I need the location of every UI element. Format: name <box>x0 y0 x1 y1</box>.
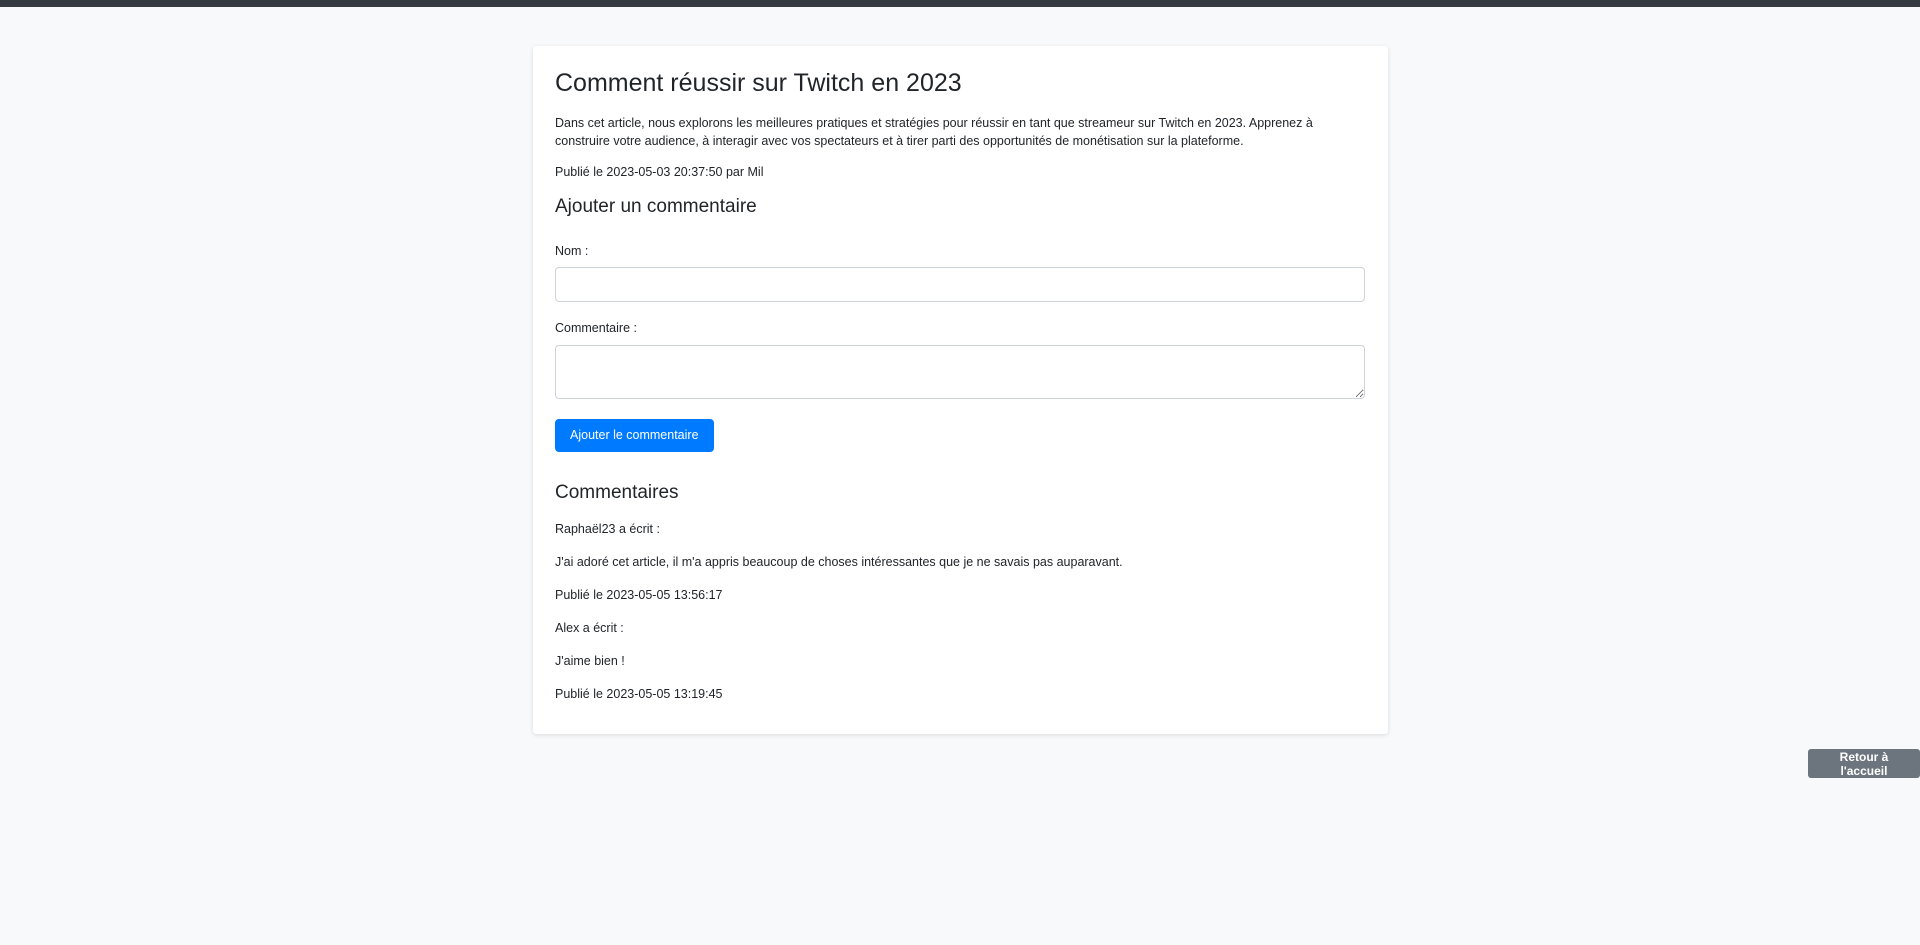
article-meta: Publié le 2023-05-03 20:37:50 par Mil <box>555 165 764 179</box>
comment-item: Raphaël23 a écrit : J'ai adoré cet artic… <box>555 521 1366 603</box>
comments-heading: Commentaires <box>555 481 679 503</box>
comment-text: J'ai adoré cet article, il m'a appris be… <box>555 554 1123 569</box>
name-input[interactable] <box>555 266 1365 302</box>
comment-textarea[interactable] <box>555 344 1365 399</box>
comment-text: J'aime bien ! <box>555 653 625 668</box>
add-comment-heading: Ajouter un commentaire <box>555 196 757 217</box>
comment-label: Commentaire : <box>555 320 637 335</box>
article-description: Dans cet article, nous explorons les mei… <box>555 116 1313 148</box>
article-card: Comment réussir sur Twitch en 2023 Dans … <box>533 46 1388 734</box>
back-to-home-button[interactable]: Retour à l'accueil <box>1808 749 1920 778</box>
comment-author: Raphaël23 a écrit : <box>555 521 660 536</box>
article-title: Comment réussir sur Twitch en 2023 <box>555 69 962 97</box>
comment-item: Alex a écrit : J'aime bien ! Publié le 2… <box>555 620 1366 702</box>
name-label: Nom : <box>555 243 589 258</box>
top-bar <box>0 0 1920 7</box>
comment-date: Publié le 2023-05-05 13:56:17 <box>555 587 723 602</box>
add-comment-button[interactable]: Ajouter le commentaire <box>555 418 714 452</box>
comment-form: Nom : Commentaire : Ajouter le commentai… <box>555 243 1366 452</box>
comment-date: Publié le 2023-05-05 13:19:45 <box>555 686 723 701</box>
comment-author: Alex a écrit : <box>555 620 624 635</box>
